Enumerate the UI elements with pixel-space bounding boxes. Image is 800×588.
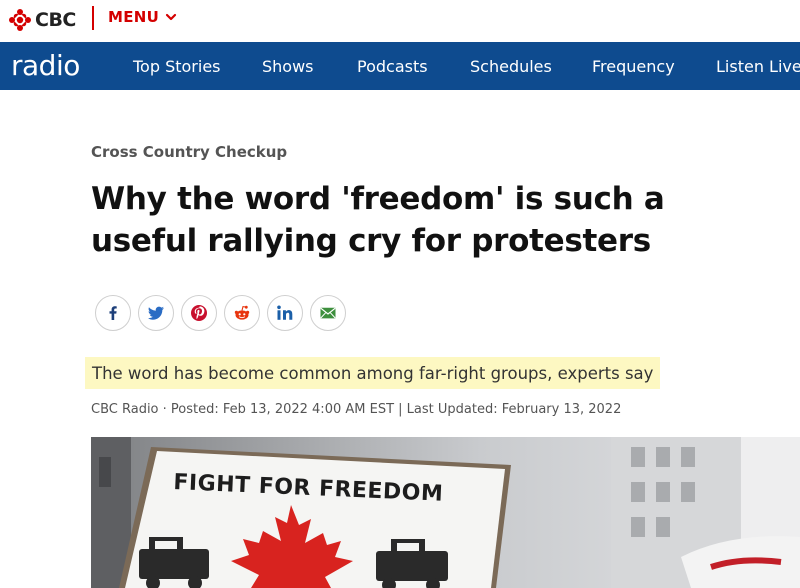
chevron-down-icon: [166, 13, 177, 21]
nav-item-schedules[interactable]: Schedules: [470, 57, 552, 76]
twitter-icon: [148, 306, 164, 320]
protest-photo-image: [91, 437, 800, 588]
facebook-icon: [109, 306, 117, 320]
nav-item-top-stories[interactable]: Top Stories: [133, 57, 221, 76]
reddit-icon: [234, 305, 250, 320]
nav-item-shows[interactable]: Shows: [262, 57, 314, 76]
article-kicker[interactable]: Cross Country Checkup: [91, 143, 287, 161]
article-photo[interactable]: [91, 437, 800, 588]
linkedin-icon: [277, 305, 293, 320]
share-pinterest-button[interactable]: [181, 295, 217, 331]
share-linkedin-button[interactable]: [267, 295, 303, 331]
share-reddit-button[interactable]: [224, 295, 260, 331]
share-email-button[interactable]: [310, 295, 346, 331]
article-byline: CBC Radio · Posted: Feb 13, 2022 4:00 AM…: [91, 402, 622, 417]
share-facebook-button[interactable]: [95, 295, 131, 331]
radio-nav-bar: radio Top Stories Shows Podcasts Schedul…: [0, 42, 800, 90]
nav-item-podcasts[interactable]: Podcasts: [357, 57, 428, 76]
nav-item-frequency[interactable]: Frequency: [592, 57, 675, 76]
email-icon: [320, 307, 336, 319]
menu-button[interactable]: MENU: [108, 8, 177, 26]
site-header: CBC MENU: [0, 0, 800, 42]
article-deck: The word has become common among far-rig…: [85, 357, 661, 389]
cbc-logo[interactable]: CBC: [8, 7, 76, 33]
header-divider: [92, 6, 94, 30]
share-buttons: [95, 295, 346, 331]
radio-logo[interactable]: radio: [11, 49, 80, 82]
menu-label: MENU: [108, 8, 160, 26]
cbc-logo-text: CBC: [35, 9, 76, 31]
article-headline: Why the word 'freedom' is such a useful …: [91, 181, 665, 259]
pinterest-icon: [191, 305, 207, 321]
cbc-gem-icon: [9, 9, 31, 31]
nav-item-listen-live[interactable]: Listen Live: [716, 57, 800, 76]
share-twitter-button[interactable]: [138, 295, 174, 331]
